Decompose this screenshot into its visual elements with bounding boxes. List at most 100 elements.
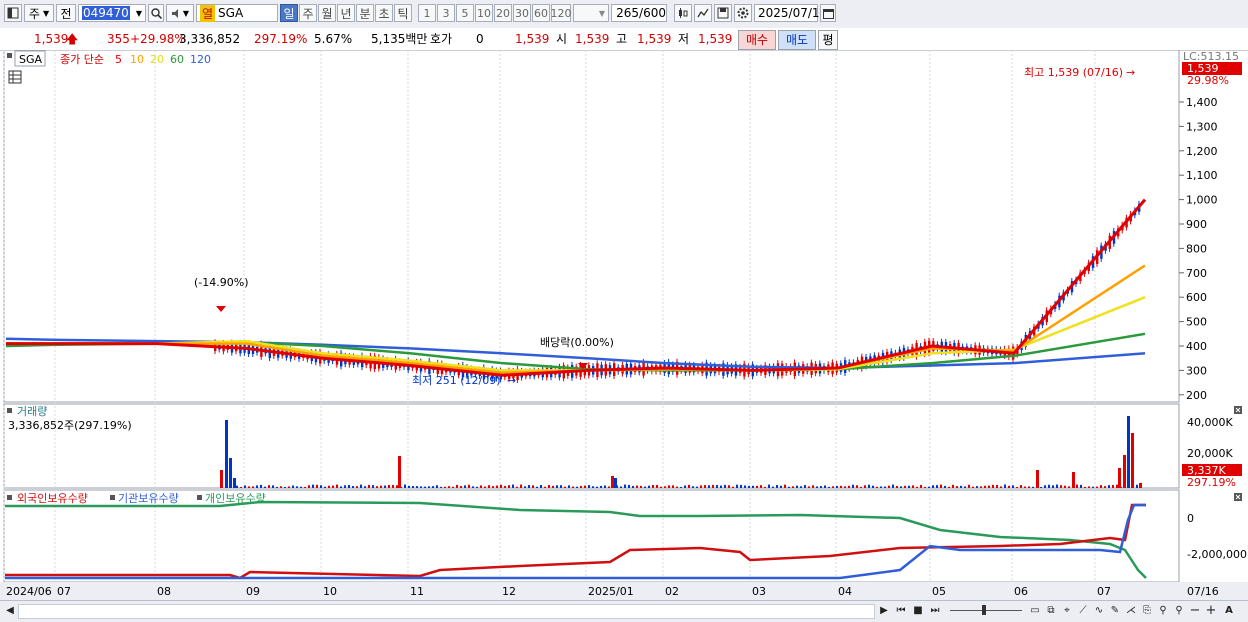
crosshair-icon[interactable]: ⌖ <box>1060 604 1074 618</box>
ruler-icon[interactable]: ⟋ <box>1076 604 1090 618</box>
stock-code-input[interactable]: 049470 ▼ <box>78 4 146 22</box>
institution-legend[interactable]: 기관보유수량 <box>118 492 179 505</box>
window-menu-icon[interactable] <box>4 4 22 22</box>
link-icon[interactable]: ⚲ <box>1156 604 1170 618</box>
panel-close-icon[interactable] <box>1234 493 1242 501</box>
interval-10[interactable]: 10 <box>475 4 493 22</box>
fast-forward-icon[interactable]: ⏭ <box>928 604 942 618</box>
panel-close-icon[interactable] <box>1234 406 1242 414</box>
interval-60[interactable]: 60 <box>532 4 550 22</box>
layout-icon[interactable]: ▭ <box>1028 604 1042 618</box>
volume-bar <box>544 486 546 488</box>
volume-bar <box>948 486 950 488</box>
date-input[interactable]: 2025/07/16 <box>754 4 827 22</box>
ma20-label[interactable]: 20 <box>150 53 164 66</box>
copy-icon[interactable]: ⎘ <box>1140 604 1154 618</box>
draw-icon[interactable]: ✎ <box>1108 604 1122 618</box>
period-tick[interactable]: 틱 <box>394 4 412 22</box>
market-type-select[interactable]: 주 ▼ <box>24 4 54 22</box>
interval-20[interactable]: 20 <box>494 4 512 22</box>
bar-count-input[interactable]: 265/600 <box>611 4 667 22</box>
interval-1[interactable]: 1 <box>418 4 436 22</box>
indicator-button[interactable] <box>694 4 712 22</box>
volume-bar <box>988 485 990 488</box>
price-tick-label: 300 <box>1186 364 1207 377</box>
zoom-slider[interactable] <box>950 610 1022 611</box>
scroll-left-icon[interactable]: ◀ <box>4 604 16 618</box>
zoom-slider-handle[interactable] <box>982 605 986 615</box>
zoom-in-icon[interactable]: + <box>1204 604 1218 618</box>
chart-scrollbar[interactable]: ◀ ▶ ⏮ ■ ⏭ ▭ ⧉ ⌖ ⟋ ∿ ✎ ⋌ ⎘ ⚲ ⚲ − + A <box>0 600 1248 622</box>
period-month[interactable]: 월 <box>318 4 336 22</box>
buy-button[interactable]: 매수 <box>738 30 776 50</box>
evaluate-button[interactable]: 평 <box>818 30 838 50</box>
volume-bar <box>492 486 494 488</box>
trendline-icon[interactable]: ∿ <box>1092 604 1106 618</box>
volume-bar <box>244 485 246 488</box>
volume-bar <box>576 486 578 488</box>
volume-bar <box>532 485 534 488</box>
volume-bar <box>472 486 474 488</box>
settings-button[interactable] <box>734 4 752 22</box>
prev-button[interactable]: 전 <box>56 4 76 22</box>
volume-bar <box>1036 470 1039 488</box>
volume-bar <box>944 485 946 488</box>
interval-custom-select[interactable]: ▼ <box>573 4 609 22</box>
volume-bar <box>588 485 590 488</box>
date-axis: 2024/06 07 08 09 10 11 12 2025/01 02 03 04 05 06 07 <box>0 582 1248 600</box>
volume-bar <box>500 484 502 488</box>
period-week[interactable]: 주 <box>299 4 317 22</box>
table-view-icon[interactable] <box>8 70 22 84</box>
sound-button[interactable]: ▼ <box>166 4 194 22</box>
stock-chart[interactable]: SGA 종가 단순 5 10 20 60 120 LC:513.15 1,400… <box>0 50 1248 600</box>
scroll-track[interactable] <box>18 604 875 619</box>
calendar-button[interactable] <box>820 4 836 22</box>
volume-bar <box>764 486 766 488</box>
interval-5[interactable]: 5 <box>456 4 474 22</box>
volume-bar <box>440 486 442 488</box>
volume-bar <box>316 484 318 488</box>
candle-type-button[interactable] <box>674 4 692 22</box>
period-minute[interactable]: 분 <box>356 4 374 22</box>
zoom-out-icon[interactable]: − <box>1188 604 1202 618</box>
volume-value: 3,336,852 <box>179 32 241 46</box>
period-second[interactable]: 초 <box>375 4 393 22</box>
stock-name-field[interactable]: 열 SGA <box>196 4 278 22</box>
volume-bar <box>1024 486 1026 488</box>
save-button[interactable] <box>714 4 732 22</box>
interval-120[interactable]: 120 <box>551 4 572 22</box>
rewind-icon[interactable]: ⏮ <box>894 604 908 618</box>
ma120-label[interactable]: 120 <box>190 53 211 66</box>
date-axis-label: 2024/06 <box>6 585 52 598</box>
period-year[interactable]: 년 <box>337 4 355 22</box>
volume-bar <box>656 485 658 488</box>
volume-bar <box>628 484 630 488</box>
volume-bar <box>888 485 890 488</box>
period-day[interactable]: 일 <box>280 4 298 22</box>
interval-3[interactable]: 3 <box>437 4 455 22</box>
volume-bar <box>368 484 370 488</box>
low-price: 1,539 <box>698 32 733 46</box>
interval-30[interactable]: 30 <box>513 4 531 22</box>
volume-bar <box>1028 486 1030 488</box>
volume-bar <box>398 456 401 488</box>
auto-scale-icon[interactable]: A <box>1222 604 1236 618</box>
hoga-label: 호가 <box>430 32 453 46</box>
volume-bar <box>568 485 570 488</box>
zoom-search-icon[interactable]: ⚲ <box>1172 604 1186 618</box>
price-change: 355 <box>107 32 130 46</box>
ma5-label[interactable]: 5 <box>115 53 122 66</box>
volume-bar <box>736 484 738 488</box>
volume-bar <box>560 485 562 488</box>
stop-icon[interactable]: ■ <box>911 604 925 618</box>
ma60-label[interactable]: 60 <box>170 53 184 66</box>
search-button[interactable] <box>148 4 164 22</box>
ma10-label[interactable]: 10 <box>130 53 144 66</box>
split-icon[interactable]: ⧉ <box>1044 604 1058 618</box>
volume-bar <box>816 486 818 488</box>
volume-bar <box>1104 486 1106 488</box>
sell-button[interactable]: 매도 <box>778 30 816 50</box>
foreign-legend[interactable]: 외국인보유수량 <box>17 492 88 505</box>
fibonacci-icon[interactable]: ⋌ <box>1124 604 1138 618</box>
scroll-right-icon[interactable]: ▶ <box>878 604 890 618</box>
